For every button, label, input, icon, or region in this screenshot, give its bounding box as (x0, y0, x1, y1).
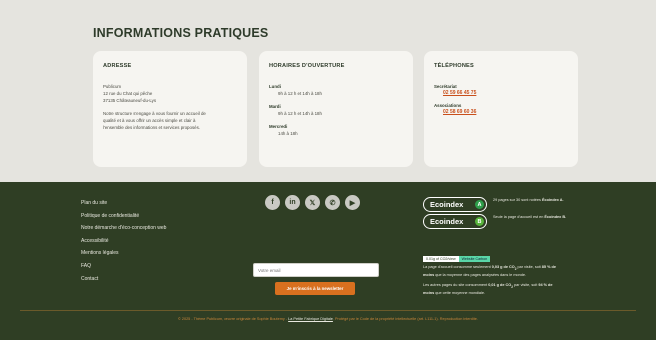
carbon-value: 0.01g of CO2/view (423, 256, 459, 262)
ecoindex-badge-b[interactable]: Ecoindex B (423, 214, 487, 229)
youtube-icon[interactable]: ▶ (345, 195, 360, 210)
phone-label: Secrétariat (434, 84, 457, 89)
footer-link-contact[interactable]: Contact (81, 273, 166, 286)
address-description-line: Notre structure s'engage à vous fournir … (103, 111, 206, 116)
section-title: INFORMATIONS PRATIQUES (93, 26, 269, 40)
footer-link-legal[interactable]: Mentions légales (81, 247, 166, 260)
carbon-homepage-text: La page d'accueil consomme seulement 0,0… (423, 265, 556, 278)
address-line: Publicum (103, 84, 122, 89)
linkedin-icon[interactable]: in (285, 195, 300, 210)
footer-link-eco-design[interactable]: Notre démarche d'éco-conception web (81, 222, 166, 235)
address-card: ADRESSE Publicum 12 rue du Chat qui pêch… (93, 51, 247, 167)
ecoindex-note: 29 pages sur 30 sont notées Écoindex A. (493, 198, 564, 202)
carbon-other-pages-text: Les autres pages du site consomment 0,01… (423, 283, 553, 296)
footer-link-faq[interactable]: FAQ (81, 260, 166, 273)
newsletter-subscribe-button[interactable]: Je m'inscris à la newsletter (275, 282, 355, 295)
designer-link[interactable]: La Petite Fabrique Digitale (288, 317, 333, 321)
address-description-line: qualité et à vous offrir un accès simple… (103, 118, 196, 123)
ecoindex-label: Ecoindex (430, 217, 464, 226)
day-label: Mardi (269, 104, 281, 109)
address-description-line: l'ensemble des informations et services … (103, 125, 200, 130)
day-label: Mercredi (269, 124, 288, 129)
day-hours: 9h à 12 h et 14h à 18h (278, 111, 322, 116)
practical-info-section: INFORMATIONS PRATIQUES ADRESSE Publicum … (0, 0, 656, 182)
ecoindex-grade: B (475, 217, 484, 226)
footer-link-privacy[interactable]: Politique de confidentialité (81, 210, 166, 223)
newsletter-email-input[interactable] (253, 263, 379, 277)
social-links: f in 𝕏 ✆ ▶ (265, 195, 360, 210)
phone-link-associations[interactable]: 02 58 69 60 36 (434, 109, 568, 115)
address-line: 12 rue du Chat qui pêche (103, 91, 153, 96)
carbon-label: Website Carbon (458, 256, 491, 262)
ecoindex-label: Ecoindex (430, 200, 464, 209)
whatsapp-icon[interactable]: ✆ (325, 195, 340, 210)
address-title: ADRESSE (103, 63, 132, 69)
ecoindex-grade: A (475, 200, 484, 209)
hours-card: HORAIRES D'OUVERTURE Lundi 9h à 12 h et … (259, 51, 413, 167)
day-hours: 9h à 12 h et 14h à 18h (278, 91, 322, 96)
day-label: Lundi (269, 84, 281, 89)
phones-card: TÉLÉPHONES Secrétariat 02 59 66 45 75 As… (424, 51, 578, 167)
phones-title: TÉLÉPHONES (434, 63, 474, 69)
address-line: 37135 Châteauneuf-du-Lys (103, 98, 157, 103)
website-carbon-badge[interactable]: 0.01g of CO2/view Website Carbon (423, 256, 491, 262)
ecoindex-badge-a[interactable]: Ecoindex A (423, 197, 487, 212)
hours-title: HORAIRES D'OUVERTURE (269, 63, 345, 69)
footer-link-sitemap[interactable]: Plan du site (81, 197, 166, 210)
footer-divider (20, 310, 636, 311)
ecoindex-note: Seule la page d'accueil est en Écoindex … (493, 215, 567, 219)
copyright: © 2025 - Thème Publicum, œuvre originale… (178, 317, 478, 321)
footer-links: Plan du site Politique de confidentialit… (81, 197, 166, 285)
facebook-icon[interactable]: f (265, 195, 280, 210)
day-hours: 14h à 18h (278, 131, 298, 136)
footer-link-accessibility[interactable]: Accessibilité (81, 235, 166, 248)
site-footer: Plan du site Politique de confidentialit… (0, 182, 656, 340)
x-icon[interactable]: 𝕏 (305, 195, 320, 210)
phone-link-secretariat[interactable]: 02 59 66 45 75 (434, 90, 568, 96)
phone-label: Associations (434, 103, 462, 108)
